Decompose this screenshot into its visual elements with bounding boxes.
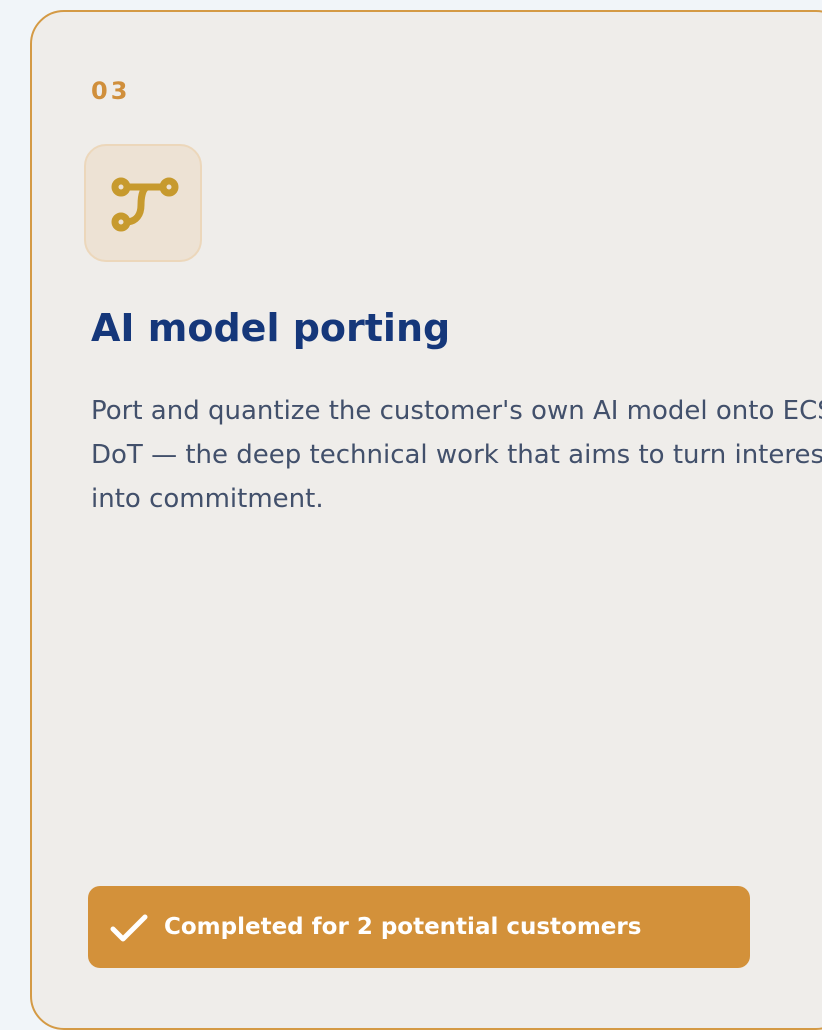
service-card: 03 AI model porting Port and quantize th… (30, 10, 822, 1030)
status-badge: Completed for 2 potential customers (88, 886, 750, 968)
card-description: Port and quantize the customer's own AI … (91, 396, 822, 514)
card-title: AI model porting (91, 306, 451, 350)
status-label: Completed for 2 potential customers (164, 913, 642, 940)
icon-tile (84, 144, 202, 262)
check-icon (110, 914, 148, 942)
route-icon (111, 177, 179, 232)
step-number: 03 (91, 77, 131, 105)
